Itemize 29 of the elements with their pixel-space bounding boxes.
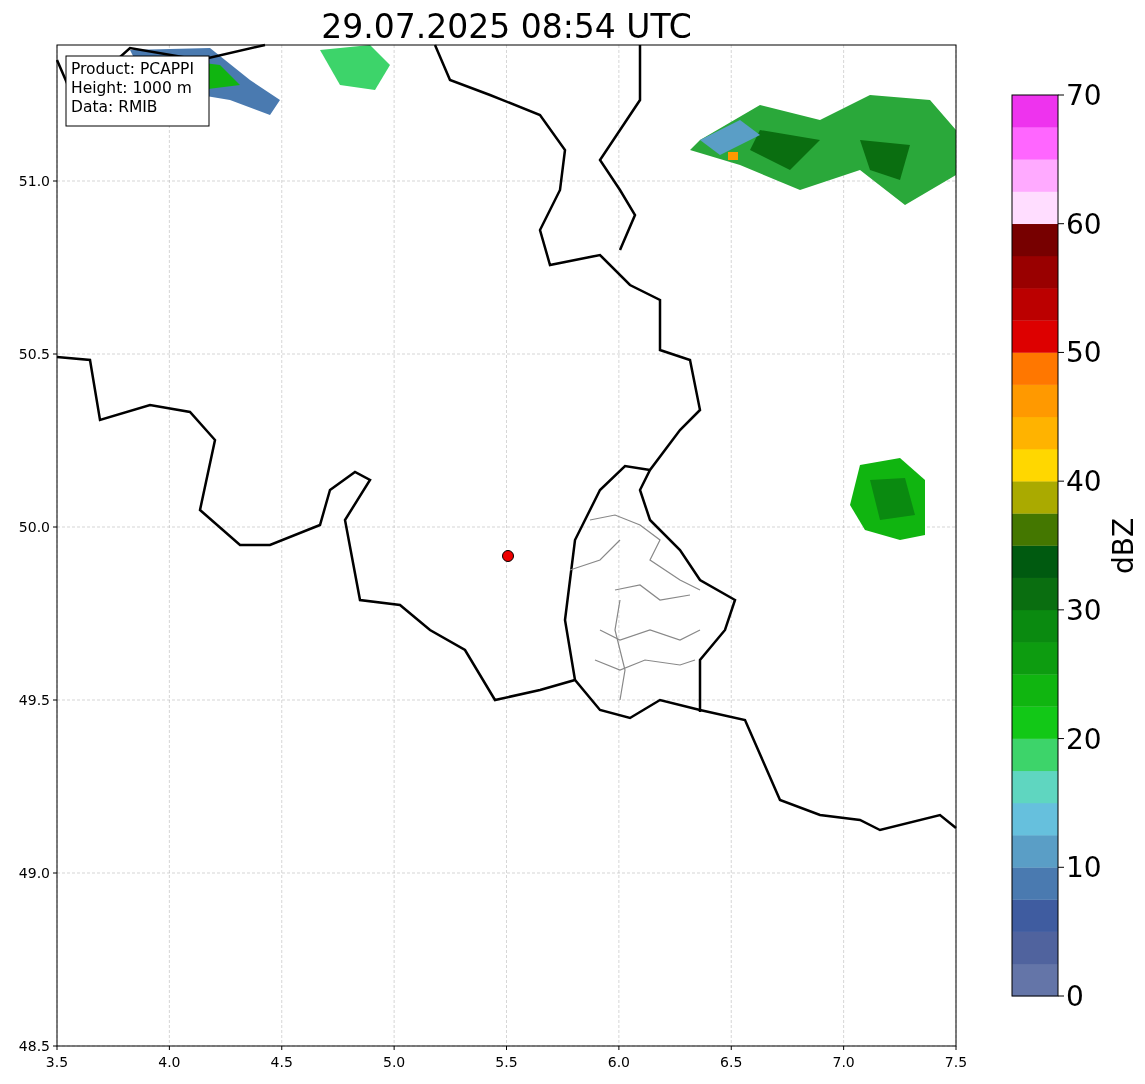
colorbar-label: dBZ bbox=[1107, 517, 1140, 575]
info-text: Product: PCAPPI bbox=[71, 60, 195, 78]
y-tick-label: 49.5 bbox=[18, 692, 50, 708]
y-tick-label: 51.0 bbox=[18, 173, 50, 189]
x-tick-label: 6.0 bbox=[607, 1054, 630, 1070]
x-tick-label: 5.5 bbox=[495, 1054, 518, 1070]
y-tick-label: 48.5 bbox=[18, 1038, 50, 1054]
colorbar-tick-label: 50 bbox=[1066, 336, 1102, 370]
radar-site-marker bbox=[502, 550, 514, 562]
info-text: Height: 1000 m bbox=[71, 79, 192, 97]
x-tick-label: 3.5 bbox=[45, 1054, 69, 1070]
chart-title: 29.07.2025 08:54 UTC bbox=[321, 7, 692, 46]
y-tick-label: 50.5 bbox=[18, 346, 50, 362]
x-tick-label: 5.0 bbox=[383, 1054, 406, 1070]
colorbar-tick-label: 40 bbox=[1066, 465, 1102, 499]
x-tick-label: 4.0 bbox=[158, 1054, 181, 1070]
x-tick-label: 7.5 bbox=[944, 1054, 968, 1070]
colorbar-tick-label: 20 bbox=[1066, 722, 1102, 756]
colorbar-tick-label: 60 bbox=[1066, 207, 1102, 241]
x-tick-label: 4.5 bbox=[270, 1054, 293, 1070]
colorbar-tick-label: 10 bbox=[1066, 851, 1102, 885]
x-tick-label: 7.0 bbox=[832, 1054, 855, 1070]
colorbar-tick-label: 70 bbox=[1066, 79, 1102, 112]
y-tick-label: 49.0 bbox=[18, 865, 50, 881]
info-text: Data: RMIB bbox=[71, 98, 158, 116]
colorbar-tick-label: 0 bbox=[1066, 980, 1084, 1013]
y-tick-label: 50.0 bbox=[18, 519, 50, 535]
x-tick-label: 6.5 bbox=[720, 1054, 743, 1070]
colorbar-tick-label: 30 bbox=[1066, 593, 1102, 627]
